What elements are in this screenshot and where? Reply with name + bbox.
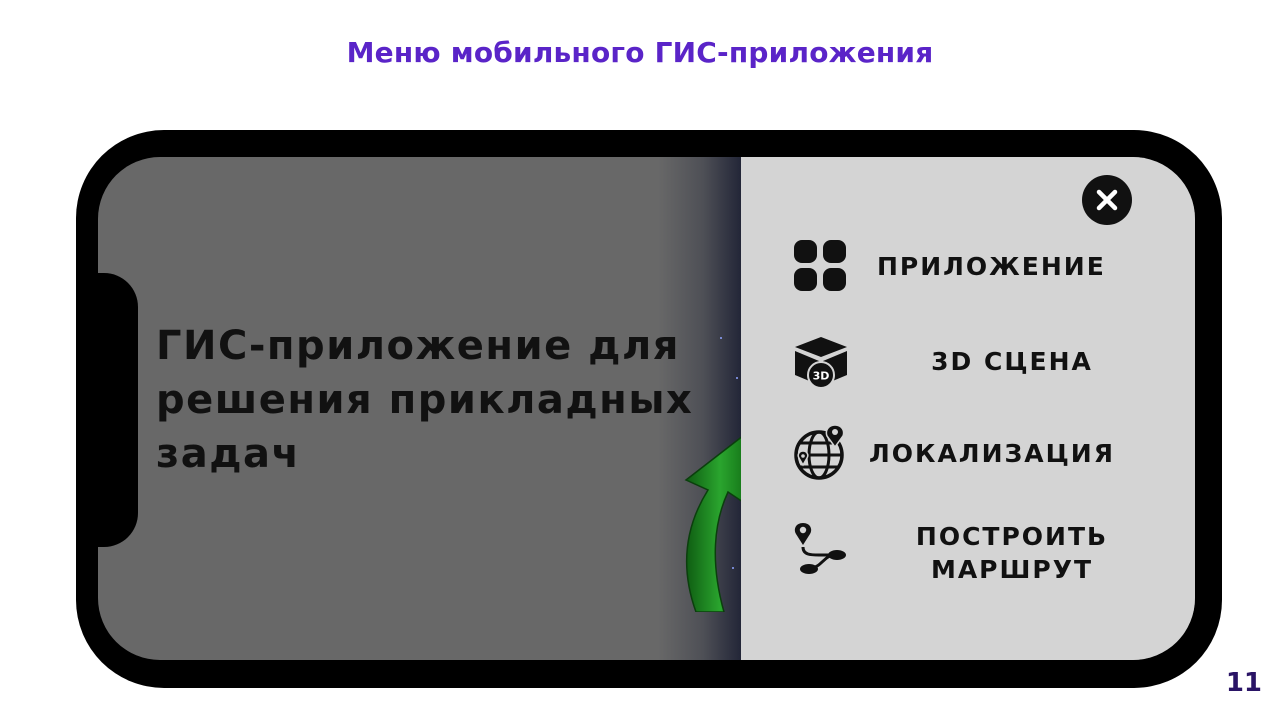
menu-item-localization[interactable]: ЛОКАЛИЗАЦИЯ xyxy=(791,423,1171,483)
globe-pin-icon xyxy=(794,424,845,480)
menu-item-label: ЛОКАЛИЗАЦИЯ xyxy=(869,438,1115,468)
close-button[interactable] xyxy=(1082,175,1132,225)
side-menu: ПРИЛОЖЕНИЕ 3D 3D СЦЕНА ЛОКАЛИЗАЦИЯ ПОСТР… xyxy=(741,157,1195,660)
route-icon xyxy=(794,523,846,574)
menu-item-label: ПРИЛОЖЕНИЕ xyxy=(877,251,1106,281)
phone-notch xyxy=(98,273,138,547)
menu-item-build-route[interactable]: ПОСТРОИТЬ МАРШРУТ xyxy=(791,517,1171,589)
menu-item-label: 3D СЦЕНА xyxy=(931,346,1093,376)
app-headline: ГИС-приложение для решения прикладных за… xyxy=(156,323,694,477)
apps-grid-icon xyxy=(794,240,846,291)
3d-cube-icon: 3D xyxy=(795,337,847,389)
phone-frame: ГИС-приложение для решения прикладных за… xyxy=(76,130,1222,688)
menu-item-label: ПОСТРОИТЬ МАРШРУТ xyxy=(915,522,1109,584)
page-number: 11 xyxy=(1225,668,1262,698)
slide-title: Меню мобильного ГИС-приложения xyxy=(346,36,934,69)
phone-screen: ГИС-приложение для решения прикладных за… xyxy=(98,157,1195,660)
menu-item-3d-scene[interactable]: 3D 3D СЦЕНА xyxy=(791,331,1171,391)
menu-item-application[interactable]: ПРИЛОЖЕНИЕ xyxy=(791,236,1171,296)
slide: Меню мобильного ГИС-приложения ГИС-прило… xyxy=(0,0,1280,720)
close-icon xyxy=(1096,189,1118,211)
svg-text:3D: 3D xyxy=(813,370,830,383)
